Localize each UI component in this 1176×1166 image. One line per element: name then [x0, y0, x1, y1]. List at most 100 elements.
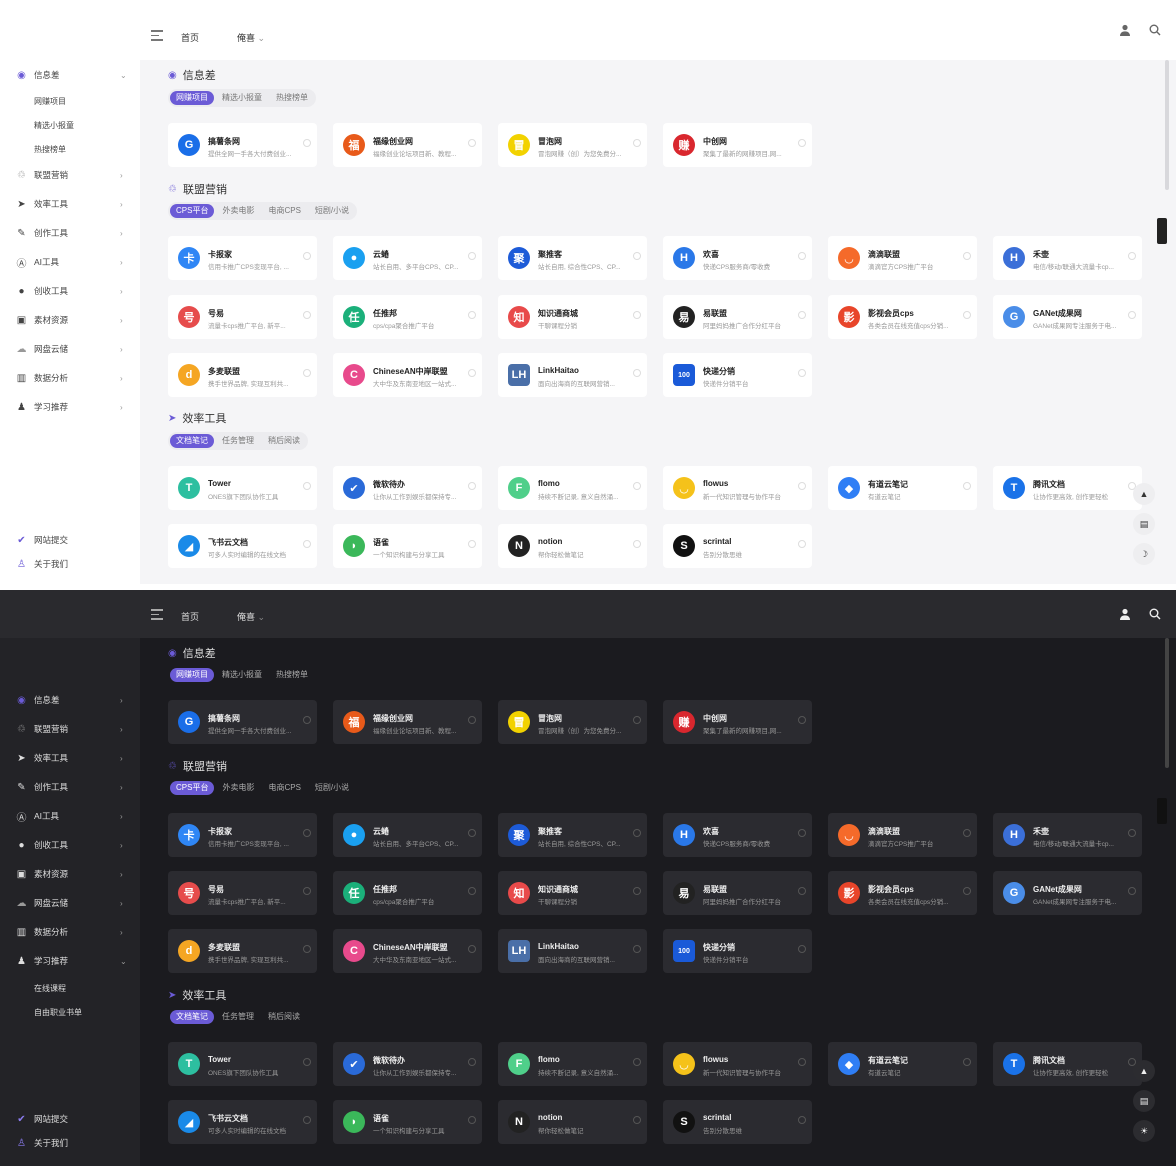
info-icon[interactable] [303, 716, 311, 724]
info-icon[interactable] [303, 1116, 311, 1124]
tab-efficiency-1[interactable]: 任务管理 [216, 434, 260, 448]
info-icon[interactable] [468, 1116, 476, 1124]
site-card[interactable]: LH LinkHaitao 面向出海商的互联网营销... [498, 929, 647, 973]
info-icon[interactable] [468, 945, 476, 953]
sidebar-subitem[interactable]: 自由职业书单 [34, 1007, 82, 1018]
site-card[interactable]: ◡ 滴滴联盟 滴滴官方CPS推广平台 [828, 236, 977, 280]
sidebar-item-2[interactable]: ➤ 效率工具 › [0, 747, 140, 769]
tab-info-2[interactable]: 热搜榜单 [270, 668, 314, 682]
site-card[interactable]: ◗ 语雀 一个知识构建与分享工具 [333, 524, 482, 568]
site-card[interactable]: Fflomo 持续不断记录, 意义自然涌... [498, 466, 647, 510]
info-icon[interactable] [963, 482, 971, 490]
info-icon[interactable] [798, 139, 806, 147]
sidebar-item-5[interactable]: ● 创收工具 › [0, 834, 140, 856]
tab-info-2[interactable]: 热搜榜单 [270, 91, 314, 105]
sidebar-item-0[interactable]: ◉ 信息差 › [0, 689, 140, 711]
info-icon[interactable] [468, 1058, 476, 1066]
tab-efficiency-1[interactable]: 任务管理 [216, 1010, 260, 1024]
info-icon[interactable] [468, 716, 476, 724]
info-icon[interactable] [633, 829, 641, 837]
site-card[interactable]: ● 云蜷 站长自用、多平台CPS、CP... [333, 813, 482, 857]
side-edge-tab[interactable] [1157, 798, 1167, 824]
sidebar-item-1[interactable]: ♲ 联盟营销 › [0, 718, 140, 740]
site-card[interactable]: 卡卡报家 信用卡推广CPS变现平台, ... [168, 236, 317, 280]
tab-alliance-1[interactable]: 外卖电影 [216, 781, 260, 795]
dark-mode-button[interactable]: ☽ [1133, 543, 1155, 565]
info-icon[interactable] [468, 540, 476, 548]
site-card[interactable]: H 禾壶 电信/移动/联通大流量卡cp... [993, 813, 1142, 857]
site-card[interactable]: ◡ flowus 新一代知识管理与协作平台 [663, 1042, 812, 1086]
site-card[interactable]: ✔ 微软待办 让你从工作到娱乐都保持专... [333, 466, 482, 510]
sidebar-subitem[interactable]: 在线课程 [34, 983, 66, 994]
layout-button[interactable]: ▤ [1133, 513, 1155, 535]
layout-button[interactable]: ▤ [1133, 1090, 1155, 1112]
info-icon[interactable] [963, 252, 971, 260]
info-icon[interactable] [633, 482, 641, 490]
info-icon[interactable] [633, 1058, 641, 1066]
site-card[interactable]: 号号易 流量卡cps推广平台, 新平... [168, 871, 317, 915]
site-card[interactable]: 100 快递分销 快递件分销平台 [663, 353, 812, 397]
info-icon[interactable] [798, 716, 806, 724]
info-icon[interactable] [303, 482, 311, 490]
sidebar-item-6[interactable]: ▣ 素材资源 › [0, 309, 140, 331]
tab-info-0[interactable]: 网赚项目 [170, 91, 214, 105]
site-card[interactable]: H 欢喜 快递CPS服务商/零收费 [663, 813, 812, 857]
site-card[interactable]: 知知识通商城 干聊课程分销 [498, 295, 647, 339]
scrollbar[interactable] [1165, 60, 1169, 190]
site-card[interactable]: ✔ 微软待办 让你从工作到娱乐都保持专... [333, 1042, 482, 1086]
tab-info-0[interactable]: 网赚项目 [170, 668, 214, 682]
site-card[interactable]: 知知识通商城 干聊课程分销 [498, 871, 647, 915]
sidebar-subitem[interactable]: 网赚项目 [34, 96, 66, 107]
info-icon[interactable] [468, 887, 476, 895]
site-card[interactable]: C ChineseAN中岸联盟 大中华及东南亚地区一站式... [333, 353, 482, 397]
info-icon[interactable] [633, 139, 641, 147]
info-icon[interactable] [1128, 252, 1136, 260]
info-icon[interactable] [633, 369, 641, 377]
sidebar-item-7[interactable]: ☁ 网盘云储 › [0, 338, 140, 360]
sidebar-item-8[interactable]: ▥ 数据分析 › [0, 367, 140, 389]
site-card[interactable]: H 禾壶 电信/移动/联通大流量卡cp... [993, 236, 1142, 280]
site-card[interactable]: 影影视会员cps 各类会员在线充值cps分销... [828, 295, 977, 339]
site-card[interactable]: 聚聚推客 站长自用, 综合性CPS、CP... [498, 236, 647, 280]
site-card[interactable]: T 腾讯文档 让协作更高效, 创作更轻松 [993, 1042, 1142, 1086]
site-card[interactable]: d 多麦联盟 携手世界品牌, 实现互利共... [168, 929, 317, 973]
info-icon[interactable] [303, 311, 311, 319]
info-icon[interactable] [633, 311, 641, 319]
info-icon[interactable] [798, 1058, 806, 1066]
back-to-top-button[interactable]: ▲ [1133, 1060, 1155, 1082]
info-icon[interactable] [798, 252, 806, 260]
info-icon[interactable] [633, 887, 641, 895]
site-card[interactable]: 福福缘创业网 福缘创业论坛项目新、教程... [333, 700, 482, 744]
light-mode-button[interactable]: ☀ [1133, 1120, 1155, 1142]
site-card[interactable]: 100 快递分销 快递件分销平台 [663, 929, 812, 973]
tab-alliance-3[interactable]: 短剧/小说 [309, 781, 355, 795]
sidebar-item-9[interactable]: ♟ 学习推荐 ⌄ [0, 950, 140, 972]
sidebar-item-4[interactable]: Ⓐ AI工具 › [0, 805, 140, 827]
info-icon[interactable] [798, 1116, 806, 1124]
info-icon[interactable] [303, 887, 311, 895]
site-card[interactable]: G 搞薯条网 提供全网一手各大付费创业... [168, 700, 317, 744]
info-icon[interactable] [303, 139, 311, 147]
info-icon[interactable] [468, 252, 476, 260]
site-card[interactable]: ◡ 滴滴联盟 滴滴官方CPS推广平台 [828, 813, 977, 857]
site-card[interactable]: G GANet成果网 GANet成果网专注服务于电... [993, 871, 1142, 915]
site-card[interactable]: 赚中创网 聚集了最新的网赚项目,网... [663, 700, 812, 744]
site-card[interactable]: 任任推邦 cps/cpa聚合推广平台 [333, 871, 482, 915]
info-icon[interactable] [303, 829, 311, 837]
info-icon[interactable] [303, 945, 311, 953]
sidebar-item-about[interactable]: ♙ 关于我们 [0, 1132, 140, 1154]
tab-efficiency-0[interactable]: 文档笔记 [170, 434, 214, 448]
info-icon[interactable] [798, 887, 806, 895]
site-card[interactable]: ◆ 有道云笔记 有道云笔记 [828, 1042, 977, 1086]
site-card[interactable]: 易易联盟 阿里妈妈推广合作分红平台 [663, 871, 812, 915]
info-icon[interactable] [963, 829, 971, 837]
site-card[interactable]: d 多麦联盟 携手世界品牌, 实现互利共... [168, 353, 317, 397]
info-icon[interactable] [633, 540, 641, 548]
tab-alliance-3[interactable]: 短剧/小说 [309, 204, 355, 218]
sidebar-item-3[interactable]: ✎ 创作工具 › [0, 776, 140, 798]
info-icon[interactable] [798, 311, 806, 319]
sidebar-item-2[interactable]: ➤ 效率工具 › [0, 193, 140, 215]
info-icon[interactable] [798, 369, 806, 377]
info-icon[interactable] [303, 540, 311, 548]
info-icon[interactable] [963, 1058, 971, 1066]
